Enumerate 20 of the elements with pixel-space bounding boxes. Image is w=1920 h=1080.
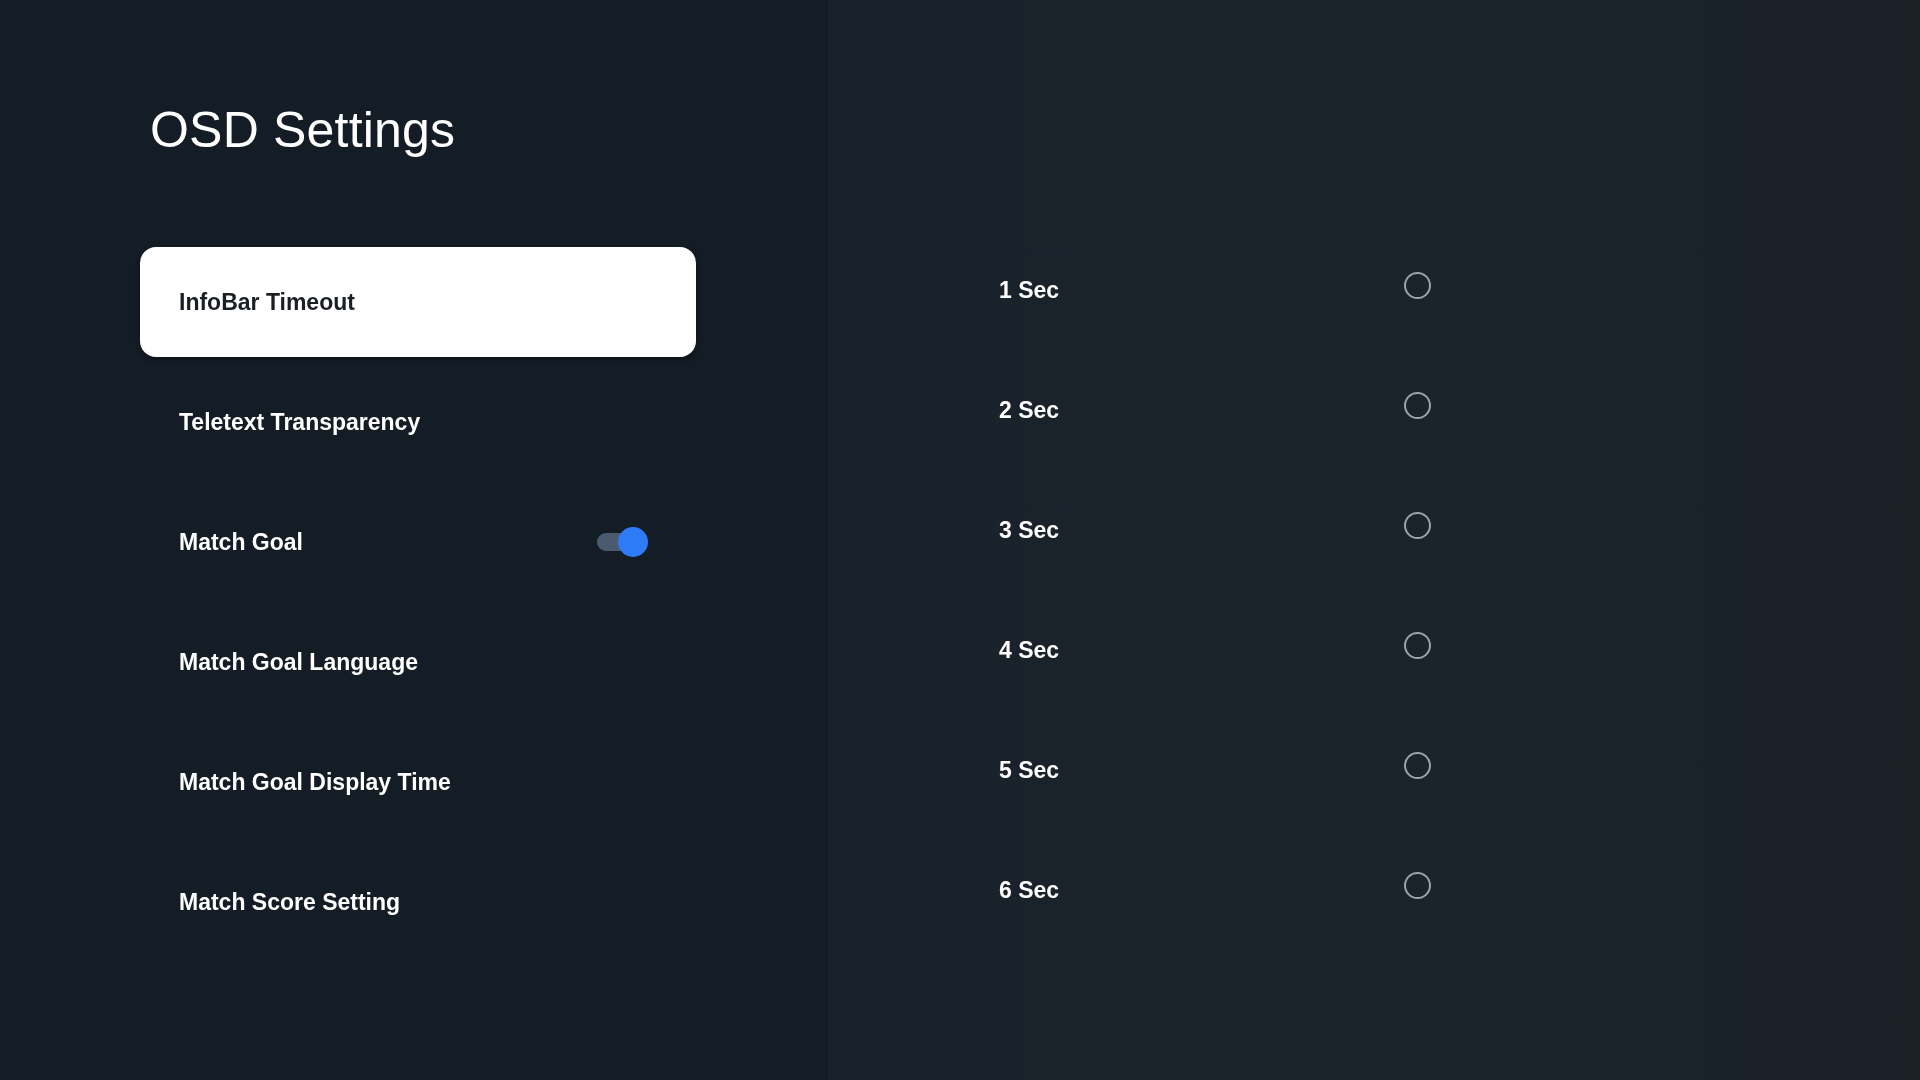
menu-item[interactable]: Match Goal Display Time bbox=[140, 727, 696, 837]
option-label: 6 Sec bbox=[999, 876, 1060, 904]
option-label: 2 Sec bbox=[999, 396, 1060, 424]
toggle-switch[interactable] bbox=[597, 527, 648, 557]
page-title: OSD Settings bbox=[150, 101, 457, 160]
menu-item[interactable]: Match Goal bbox=[140, 487, 696, 597]
radio-button[interactable] bbox=[1404, 751, 1431, 779]
radio-button[interactable] bbox=[1404, 511, 1431, 539]
radio-button[interactable] bbox=[1404, 871, 1431, 899]
menu-item[interactable]: Teletext Transparency bbox=[140, 367, 696, 477]
option-label: 1 Sec bbox=[999, 276, 1060, 304]
radio-button[interactable] bbox=[1404, 271, 1431, 299]
option-label: 5 Sec bbox=[999, 756, 1060, 784]
menu-item[interactable]: Match Goal Language bbox=[140, 607, 696, 717]
menu-item[interactable]: Match Score Setting bbox=[140, 847, 696, 957]
option-label: 3 Sec bbox=[999, 516, 1060, 544]
radio-button[interactable] bbox=[1404, 631, 1431, 659]
option-label: 4 Sec bbox=[999, 636, 1060, 664]
radio-button[interactable] bbox=[1404, 391, 1431, 419]
menu-item[interactable]: InfoBar Timeout bbox=[140, 247, 696, 357]
